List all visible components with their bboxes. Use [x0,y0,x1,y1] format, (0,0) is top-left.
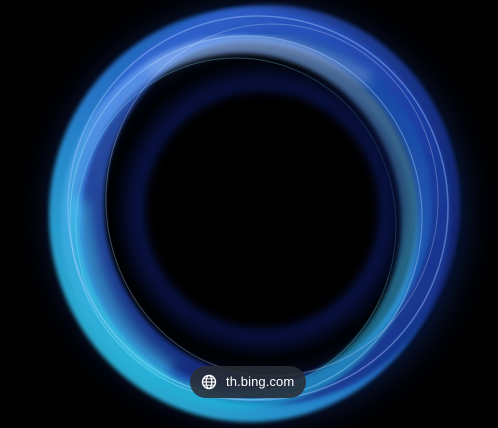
image-viewer: th.bing.com [0,0,498,428]
source-link-badge[interactable]: th.bing.com [190,366,307,398]
globe-icon [200,373,218,391]
source-domain-label: th.bing.com [226,374,295,389]
glowing-ring-image [49,5,463,422]
